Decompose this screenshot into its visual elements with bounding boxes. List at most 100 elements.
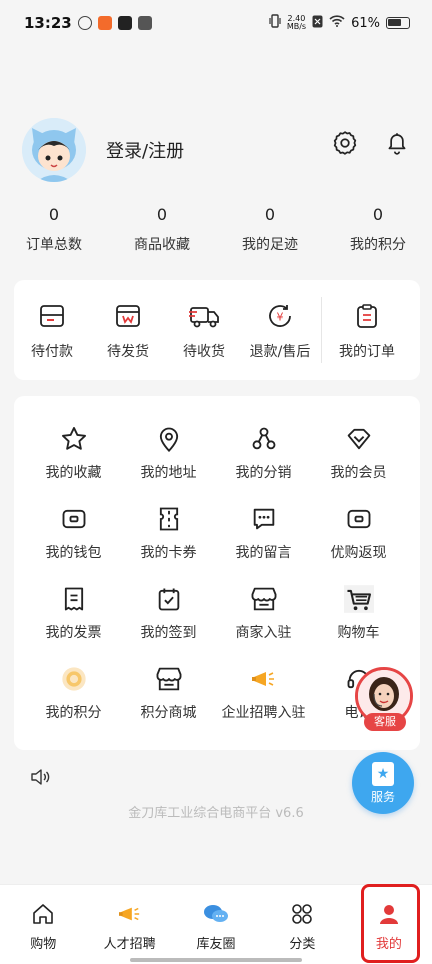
avatar[interactable] bbox=[22, 118, 86, 182]
profile-header: 登录/注册 bbox=[0, 110, 432, 190]
my-orders-button[interactable]: 我的订单 bbox=[325, 299, 409, 361]
grid-item-favorites[interactable]: 我的收藏 bbox=[26, 424, 121, 504]
stat-points[interactable]: 0 我的积分 bbox=[324, 202, 432, 262]
grid-icon bbox=[259, 901, 345, 927]
status-left: 13:23 bbox=[24, 14, 152, 32]
stat-value: 0 bbox=[156, 205, 168, 224]
tab-recruitment[interactable]: 人才招聘 bbox=[86, 885, 172, 964]
invoice-icon bbox=[26, 584, 121, 614]
refund-icon: ¥ bbox=[242, 299, 318, 333]
stat-order-total[interactable]: 0 订单总数 bbox=[0, 202, 108, 262]
order-refund-aftersale[interactable]: ¥ 退款/售后 bbox=[242, 299, 318, 361]
order-pending-receipt[interactable]: 待收货 bbox=[166, 299, 242, 361]
order-pending-shipment[interactable]: 待发货 bbox=[90, 299, 166, 361]
cart-icon bbox=[311, 584, 406, 614]
coupon-icon bbox=[121, 504, 216, 534]
cartoon-avatar-icon bbox=[22, 118, 86, 182]
store-icon bbox=[216, 584, 311, 614]
network-speed: 2.40 MB/s bbox=[287, 15, 306, 31]
grid-item-merchant-join[interactable]: 商家入驻 bbox=[216, 584, 311, 664]
wallet-icon bbox=[26, 504, 121, 534]
tab-community[interactable]: 库友圈 bbox=[173, 885, 259, 964]
grid-item-cart[interactable]: 购物车 bbox=[311, 584, 406, 664]
checkin-icon bbox=[121, 584, 216, 614]
stat-favorites[interactable]: 0 商品收藏 bbox=[108, 202, 216, 262]
tiktok-icon bbox=[117, 16, 132, 30]
grid-item-points-mall[interactable]: 积分商城 bbox=[121, 664, 216, 744]
sim-icon bbox=[312, 15, 323, 32]
svg-text:¥: ¥ bbox=[277, 311, 284, 324]
grid-item-invoice[interactable]: 我的发票 bbox=[26, 584, 121, 664]
my-orders-label: 我的订单 bbox=[339, 344, 395, 360]
location-icon bbox=[121, 424, 216, 454]
diamond-icon bbox=[311, 424, 406, 454]
grid-item-my-points[interactable]: 我的积分 bbox=[26, 664, 121, 744]
grid-item-membership[interactable]: 我的会员 bbox=[311, 424, 406, 504]
megaphone-icon bbox=[86, 901, 172, 927]
grid-item-checkin[interactable]: 我的签到 bbox=[121, 584, 216, 664]
speed-unit: MB/s bbox=[286, 22, 307, 31]
status-bar: 13:23 2.40 MB/s 61% bbox=[0, 0, 432, 52]
tab-shopping[interactable]: 购物 bbox=[0, 885, 86, 964]
stat-label: 商品收藏 bbox=[134, 237, 190, 253]
package-icon bbox=[90, 299, 166, 333]
order-label: 待收货 bbox=[183, 344, 225, 360]
cashback-icon bbox=[311, 504, 406, 534]
kefu-label: 客服 bbox=[364, 713, 406, 731]
grid-row: 我的发票 我的签到 商家入驻 购物车 bbox=[14, 584, 420, 664]
vibrate-icon bbox=[269, 14, 281, 32]
order-label: 待发货 bbox=[107, 344, 149, 360]
order-pending-payment[interactable]: 待付款 bbox=[14, 299, 90, 361]
bell-icon[interactable] bbox=[384, 130, 410, 156]
grid-item-cashback[interactable]: 优购返现 bbox=[311, 504, 406, 584]
grid-row: 我的钱包 我的卡券 我的留言 优购返现 bbox=[14, 504, 420, 584]
points-coin-icon bbox=[26, 664, 121, 694]
message-icon bbox=[216, 504, 311, 534]
grid-label: 积分商城 bbox=[140, 705, 197, 721]
profile-actions bbox=[332, 130, 410, 156]
truck-icon bbox=[166, 299, 242, 333]
app-notification-icon bbox=[137, 16, 152, 30]
wifi-icon bbox=[329, 15, 345, 31]
megaphone-icon bbox=[216, 664, 311, 694]
order-list-icon bbox=[325, 299, 409, 333]
grid-item-distribution[interactable]: 我的分销 bbox=[216, 424, 311, 504]
grid-label: 购物车 bbox=[337, 625, 380, 641]
grid-label: 企业招聘入驻 bbox=[221, 705, 306, 721]
grid-row: 我的收藏 我的地址 我的分销 我的会员 bbox=[14, 424, 420, 504]
grid-item-coupons[interactable]: 我的卡券 bbox=[121, 504, 216, 584]
grid-item-address[interactable]: 我的地址 bbox=[121, 424, 216, 504]
grid-label: 我的卡券 bbox=[140, 545, 197, 561]
status-right: 2.40 MB/s 61% bbox=[269, 14, 410, 32]
grid-label: 我的分销 bbox=[235, 465, 292, 481]
tab-label: 库友圈 bbox=[196, 937, 236, 952]
grid-label: 我的签到 bbox=[140, 625, 197, 641]
order-status-card: 待付款 待发货 待收货 ¥ 退款/售后 我的订单 bbox=[14, 280, 420, 380]
grid-label: 我的收藏 bbox=[45, 465, 102, 481]
grid-label: 我的会员 bbox=[330, 465, 387, 481]
login-register-link[interactable]: 登录/注册 bbox=[106, 137, 184, 163]
tab-label: 分类 bbox=[289, 937, 316, 952]
stat-value: 0 bbox=[264, 205, 276, 224]
battery-percent: 61% bbox=[351, 15, 380, 31]
order-divider bbox=[321, 297, 322, 363]
gear-icon[interactable] bbox=[332, 130, 358, 156]
stat-label: 订单总数 bbox=[26, 237, 82, 253]
grid-item-messages[interactable]: 我的留言 bbox=[216, 504, 311, 584]
home-icon bbox=[0, 901, 86, 927]
stat-label: 我的足迹 bbox=[242, 237, 298, 253]
star-card-icon: ★ bbox=[372, 762, 394, 786]
customer-service-float-button[interactable]: 客服 bbox=[355, 667, 417, 733]
speaker-icon[interactable] bbox=[30, 768, 50, 790]
home-indicator[interactable] bbox=[130, 958, 302, 962]
tab-category[interactable]: 分类 bbox=[259, 885, 345, 964]
service-float-button[interactable]: ★ 服务 bbox=[352, 752, 414, 814]
order-label: 退款/售后 bbox=[249, 344, 311, 360]
tab-label: 购物 bbox=[30, 937, 57, 952]
grid-item-wallet[interactable]: 我的钱包 bbox=[26, 504, 121, 584]
stat-footprints[interactable]: 0 我的足迹 bbox=[216, 202, 324, 262]
grid-item-recruitment-join[interactable]: 企业招聘入驻 bbox=[216, 664, 311, 744]
grid-label: 我的发票 bbox=[45, 625, 102, 641]
battery-icon bbox=[386, 17, 410, 29]
stat-label: 我的积分 bbox=[350, 237, 406, 253]
